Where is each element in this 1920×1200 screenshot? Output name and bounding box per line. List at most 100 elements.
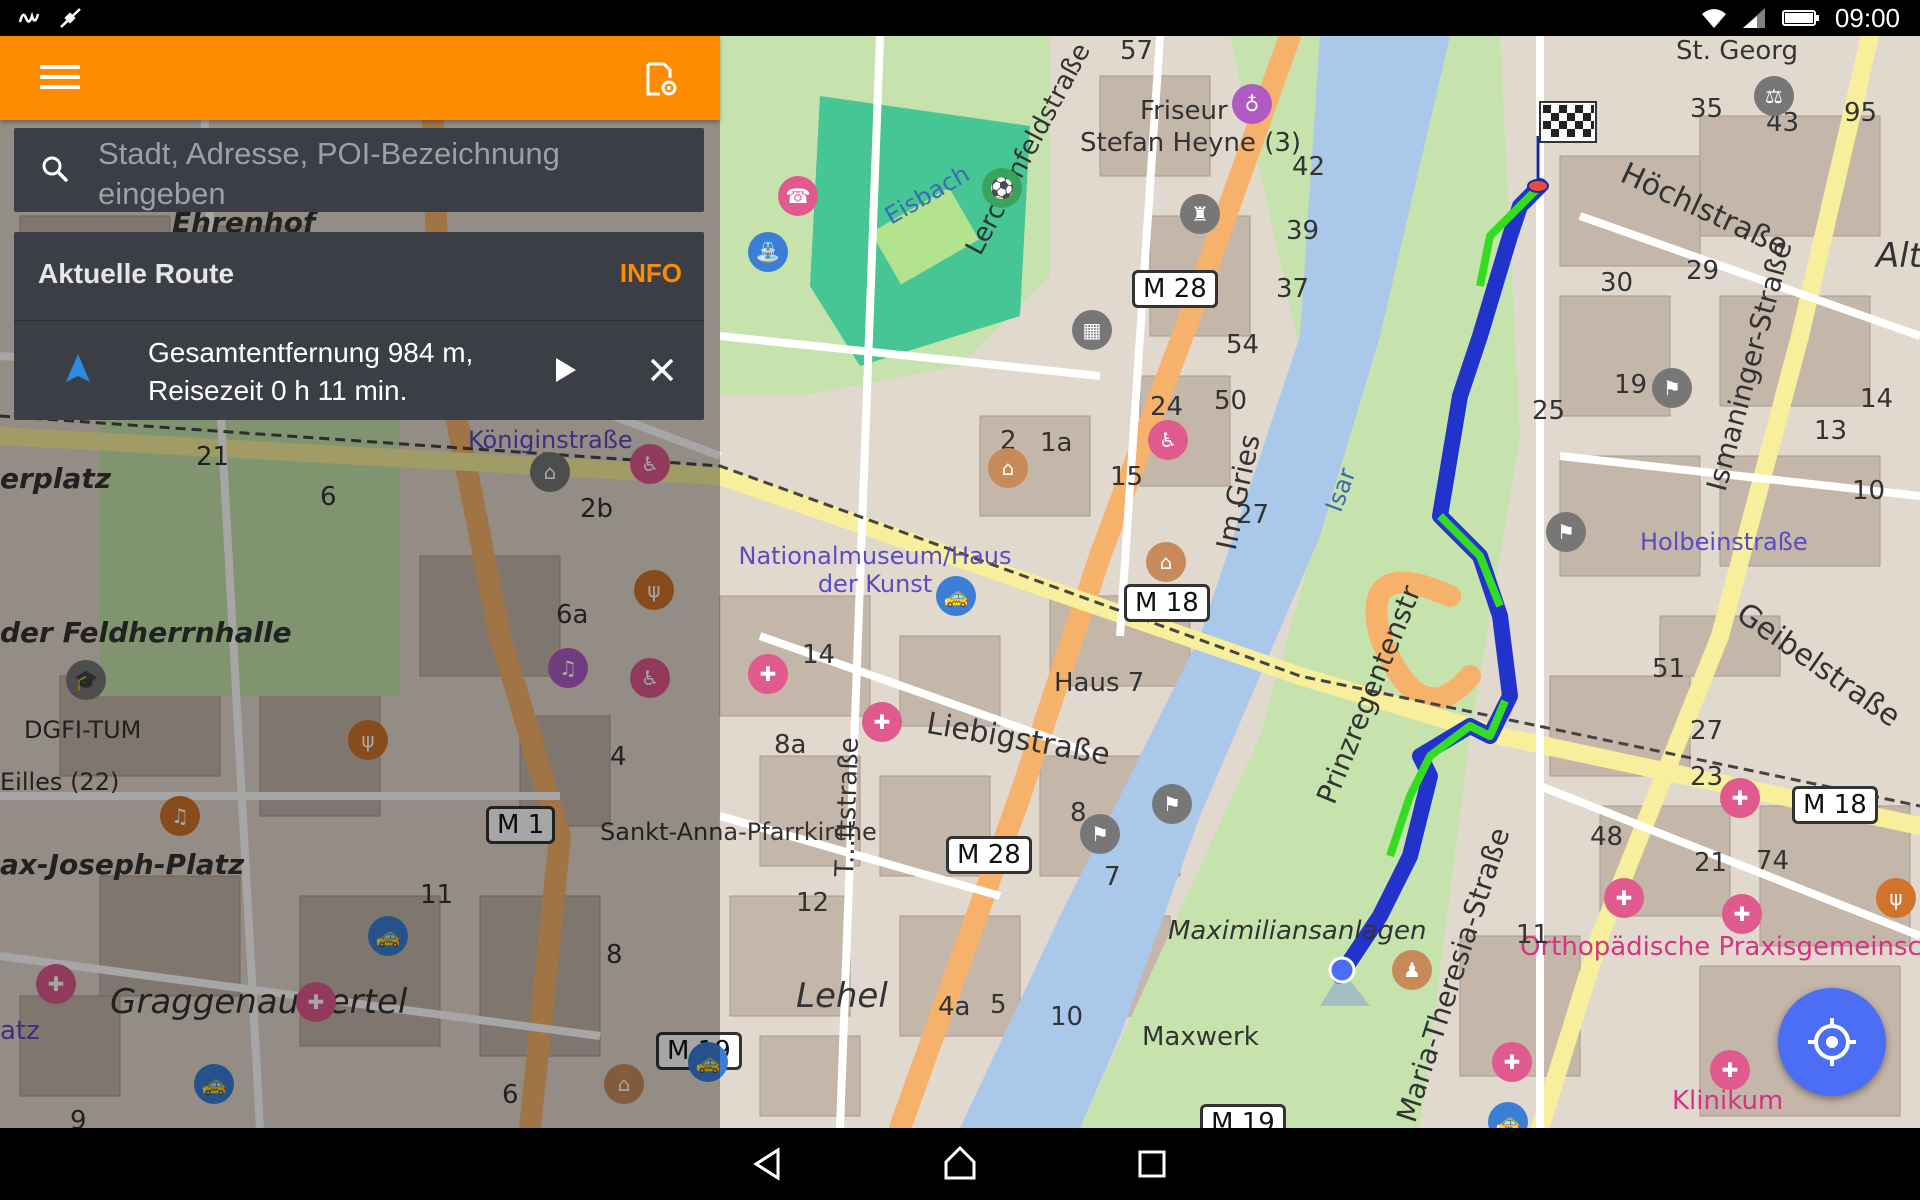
house-number: 14 (802, 640, 836, 670)
play-icon (556, 358, 576, 382)
my-location-icon (1808, 1018, 1856, 1066)
shop-icon[interactable]: ♁ (1232, 84, 1272, 124)
back-button[interactable] (748, 1144, 788, 1184)
house-number: 30 (1600, 268, 1634, 298)
place-label: Haus 7 (1054, 668, 1145, 698)
taxi-icon[interactable]: 🚕 (936, 576, 976, 616)
recents-button[interactable] (1132, 1144, 1172, 1184)
house-number: 39 (1286, 216, 1320, 246)
house-number: 24 (1150, 392, 1184, 422)
hospital-icon[interactable]: ✚ (1604, 878, 1644, 918)
route-summary: Gesamtentfernung 984 m, Reisezeit 0 h 11… (148, 337, 474, 406)
sports-icon[interactable]: ⚽ (982, 168, 1022, 208)
route-shield: M 18 (1124, 584, 1210, 622)
pharmacy-icon[interactable]: ✚ (748, 654, 788, 694)
home-button[interactable] (940, 1144, 980, 1184)
house-number: 48 (1590, 822, 1624, 852)
my-location-button[interactable] (1778, 988, 1886, 1096)
route-card: Aktuelle Route INFO Gesamtentfernung 984… (14, 232, 704, 420)
current-location-dot (1328, 956, 1356, 984)
statue-icon[interactable]: ♟ (1392, 950, 1432, 990)
flag-icon[interactable]: ⚑ (1080, 814, 1120, 854)
info-button[interactable]: INFO (620, 258, 682, 289)
pharmacy-icon[interactable]: ✚ (862, 702, 902, 742)
recents-icon (1138, 1150, 1166, 1178)
map-settings-icon (646, 62, 677, 96)
house-number: 74 (1756, 846, 1790, 876)
route-shield: M 28 (1132, 270, 1218, 308)
cancel-route-button[interactable] (642, 350, 682, 390)
flag-icon[interactable]: ⚑ (1546, 512, 1586, 552)
fountain-icon[interactable]: ⛲ (748, 232, 788, 272)
route-title: Aktuelle Route (38, 258, 235, 289)
house-number: 95 (1844, 98, 1878, 128)
hospital-icon[interactable]: ✚ (1492, 1042, 1532, 1082)
monument-icon[interactable]: ♜ (1180, 194, 1220, 234)
house-number: 1a (1040, 428, 1073, 458)
house-number: 10 (1050, 1002, 1084, 1032)
route-summary-row[interactable]: Gesamtentfernung 984 m, Reisezeit 0 h 11… (14, 320, 704, 420)
house-number: 27 (1690, 716, 1724, 746)
route-shield: M 19 (1200, 1104, 1286, 1128)
menu-button[interactable] (40, 60, 80, 96)
house-number: 13 (1814, 416, 1848, 446)
house-number: 35 (1690, 94, 1724, 124)
house-number: 25 (1532, 396, 1566, 426)
hospital-icon[interactable]: ✚ (1720, 778, 1760, 818)
house-number: 51 (1652, 654, 1686, 684)
route-shield: M 28 (946, 836, 1032, 874)
house-number: 42 (1292, 152, 1326, 182)
house-number: 23 (1690, 762, 1724, 792)
pharmacy-icon[interactable]: ✚ (1722, 894, 1762, 934)
search-input[interactable]: Stadt, Adresse, POI-Bezeichnung eingeben (98, 134, 688, 212)
activity-icon (18, 11, 40, 23)
start-navigation-button[interactable] (544, 350, 584, 390)
place-label: Lehel (796, 976, 888, 1016)
museum-icon[interactable]: ⌂ (1146, 542, 1186, 582)
house-number: 57 (1120, 36, 1154, 66)
back-icon (753, 1147, 780, 1181)
wifi-icon (1701, 9, 1726, 28)
status-bar: 09:00 (0, 0, 1920, 36)
map-settings-button[interactable] (640, 60, 680, 100)
house-number: 50 (1214, 386, 1248, 416)
house-number: 19 (1614, 370, 1648, 400)
street-label: T...ftstraße (830, 736, 865, 878)
house-number: 8a (774, 730, 807, 760)
route-header: Aktuelle Route INFO (14, 232, 704, 321)
battery-icon (1781, 10, 1819, 26)
flag-icon[interactable]: ⚑ (1152, 784, 1192, 824)
information-icon[interactable]: ⚖ (1754, 76, 1794, 116)
checkered-flag-icon (1539, 101, 1597, 143)
home-icon (944, 1145, 976, 1180)
system-nav-bar (0, 1128, 1920, 1200)
house-number: 11 (1516, 920, 1550, 950)
place-label: Nationalmuseum/Haus der Kunst (738, 542, 1012, 598)
house-number: 29 (1686, 256, 1720, 286)
house-number: 12 (796, 888, 830, 918)
house-number: 7 (1104, 862, 1121, 892)
gallery-icon[interactable]: ▦ (1072, 310, 1112, 350)
search-box[interactable]: Stadt, Adresse, POI-Bezeichnung eingeben (14, 128, 704, 212)
clock: 09:00 (1834, 2, 1900, 33)
house-number: 15 (1110, 462, 1144, 492)
house-number: 37 (1276, 274, 1310, 304)
place-label: Maxwerk (1142, 1022, 1259, 1052)
signal-icon (1742, 8, 1765, 28)
house-number: 21 (1694, 848, 1728, 878)
place-label: Orthopädische Praxisgemeinsch (1520, 932, 1920, 962)
close-icon (650, 358, 674, 382)
hospital-icon[interactable]: ✚ (1710, 1050, 1750, 1090)
restaurant-icon[interactable]: ψ (1876, 878, 1916, 918)
flag-icon[interactable]: ⚑ (1652, 368, 1692, 408)
wheelchair-icon[interactable]: ♿ (1148, 420, 1188, 460)
hamburger-icon (40, 65, 80, 89)
place-label: Alt (1876, 236, 1920, 276)
app-bar (0, 36, 720, 120)
house-number: 27 (1236, 500, 1270, 530)
satellite-off-icon (60, 8, 81, 28)
place-label: Friseur (1140, 96, 1228, 126)
street-label: Holbeinstraße (1640, 528, 1808, 556)
phone-icon[interactable]: ☎ (778, 176, 818, 216)
house-number: 10 (1852, 476, 1886, 506)
